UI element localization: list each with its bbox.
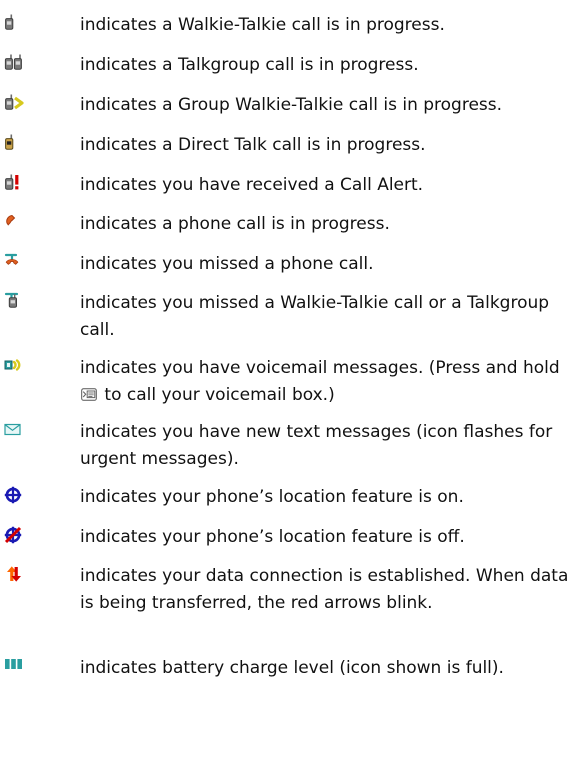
icon-description-text: indicates you have voicemail messages. (…	[80, 355, 575, 409]
missed-phone-call-icon	[0, 251, 34, 273]
voicemail-key-icon	[81, 383, 97, 401]
phone-call-icon	[0, 211, 34, 233]
icon-description-text: indicates your data connection is establ…	[80, 566, 569, 613]
voicemail-text-after: to call your voicemail box.)	[104, 385, 335, 405]
icon-description-text: indicates you have received a Call Alert…	[80, 175, 424, 195]
text-message-icon	[0, 419, 34, 441]
icon-description-row: indicates a Group Walkie-Talkie call is …	[0, 92, 579, 115]
icon-description-text: indicates you missed a Walkie-Talkie cal…	[80, 293, 550, 340]
icon-description-text: indicates a phone call is in progress.	[80, 214, 390, 234]
icon-description-row: indicates your phone’s location feature …	[0, 524, 579, 547]
icon-description-row: indicates a Talkgroup call is in progres…	[0, 52, 579, 75]
icon-description-text: indicates you missed a phone call.	[80, 254, 374, 274]
icon-description-text: indicates a Talkgroup call is in progres…	[80, 55, 419, 75]
voicemail-icon	[0, 355, 34, 377]
icon-description-text: indicates battery charge level (icon sho…	[80, 658, 504, 678]
talkgroup-icon	[0, 52, 34, 74]
battery-level-icon	[0, 655, 34, 677]
icon-description-row: indicates you missed a phone call.	[0, 251, 579, 274]
icon-description-row: indicates you have voicemail messages. (…	[0, 355, 579, 405]
icon-description-row: indicates you have new text messages (ic…	[0, 419, 579, 469]
icon-description-text: indicates a Group Walkie-Talkie call is …	[80, 95, 503, 115]
icon-description-text: indicates you have new text messages (ic…	[80, 422, 553, 469]
icon-description-text: indicates your phone’s location feature …	[80, 487, 464, 507]
icon-description-row: indicates a Direct Talk call is in progr…	[0, 132, 579, 155]
status-icons-page: indicates a Walkie-Talkie call is in pro…	[0, 0, 579, 764]
call-alert-icon	[0, 172, 34, 194]
icon-description-row: indicates your data connection is establ…	[0, 563, 579, 613]
group-walkie-talkie-icon	[0, 92, 34, 114]
icon-description-row: indicates battery charge level (icon sho…	[0, 655, 579, 678]
icon-description-text: indicates a Walkie-Talkie call is in pro…	[80, 15, 445, 35]
icon-description-text: indicates a Direct Talk call is in progr…	[80, 135, 426, 155]
voicemail-text-before: indicates you have voicemail messages. (…	[80, 358, 560, 378]
icon-description-row: indicates a phone call is in progress.	[0, 211, 579, 234]
direct-talk-icon	[0, 132, 34, 154]
missed-walkie-talkie-icon	[0, 290, 34, 312]
icon-description-row: indicates a Walkie-Talkie call is in pro…	[0, 12, 579, 35]
icon-description-row: indicates you have received a Call Alert…	[0, 172, 579, 195]
walkie-talkie-icon	[0, 12, 34, 34]
icon-description-text: indicates your phone’s location feature …	[80, 527, 465, 547]
data-connection-icon	[0, 563, 34, 585]
icon-description-row: indicates your phone’s location feature …	[0, 484, 579, 507]
location-off-icon	[0, 524, 34, 546]
icon-description-row: indicates you missed a Walkie-Talkie cal…	[0, 290, 579, 340]
location-on-icon	[0, 484, 34, 506]
